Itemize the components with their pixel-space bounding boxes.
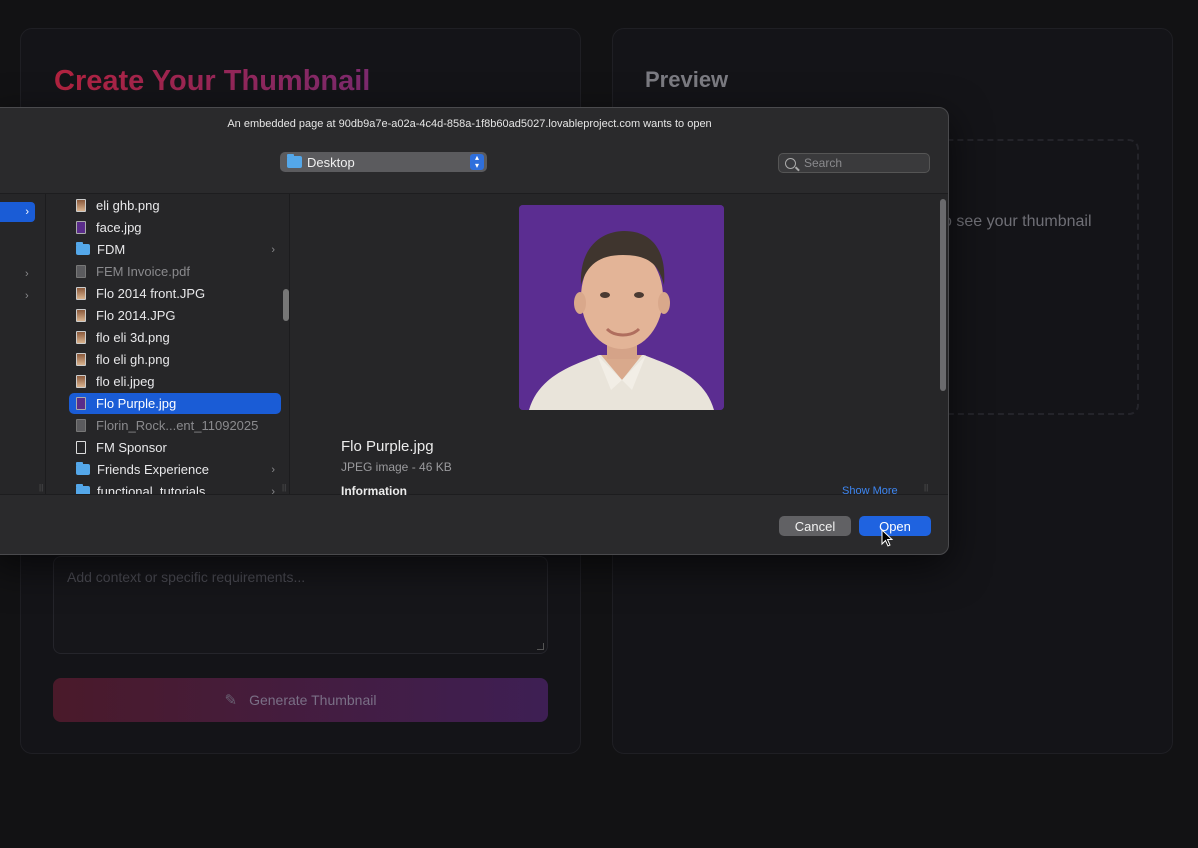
chevron-right-icon: › [271,485,275,495]
context-textarea[interactable]: Add context or specific requirements... [53,556,548,654]
folder-icon [76,484,90,494]
file-name-label: Florin_Rock...ent_11092025 [96,418,259,433]
folder-icon [287,154,302,168]
magic-wand-icon: ✎ [224,692,238,709]
file-list-item[interactable]: flo eli gh.png [69,349,281,370]
file-name-label: Friends Experience [97,462,209,477]
show-more-link[interactable]: Show More [842,485,898,497]
resize-grip-icon[interactable] [537,643,544,650]
chevron-right-icon: › [271,463,275,476]
file-list-item[interactable]: flo eli 3d.png [69,327,281,348]
file-name-label: Flo 2014.JPG [96,308,176,323]
mouse-cursor-icon [881,528,894,547]
preview-file-name: Flo Purple.jpg [341,438,434,455]
file-list-item[interactable]: flo eli.jpeg [69,371,281,392]
chevron-right-icon: › [271,243,275,256]
file-name-label: flo eli 3d.png [96,330,170,345]
file-name-label: functional_tutorials [97,484,206,494]
location-popup[interactable]: Desktop ▴ ▾ [280,152,487,172]
information-heading: Information [341,484,407,498]
file-name-label: FEM Invoice.pdf [96,264,190,279]
search-input[interactable] [804,156,914,170]
file-list-item[interactable]: Flo 2014 front.JPG [69,283,281,304]
image-file-icon [76,397,86,410]
search-icon [785,157,796,169]
file-list-item[interactable]: Flo 2014.JPG [69,305,281,326]
file-name-label: FDM [97,242,126,257]
portrait-illustration [519,205,724,410]
chevron-updown-icon: ▴ ▾ [470,154,484,170]
file-list-column: eli ghb.png face.jpg FDM › FEM Invoice.pdf Fl… [47,194,290,494]
folder-icon [76,462,90,475]
preview-file-kind: JPEG image - 46 KB [341,460,452,474]
file-list-item[interactable]: Florin_Rock...ent_11092025 [69,415,281,436]
file-list-item[interactable]: eli ghb.png [69,195,281,216]
image-file-icon [76,353,86,366]
image-file-icon [76,331,86,344]
sidebar-selected-item[interactable]: › [0,202,35,222]
file-name-label: face.jpg [96,220,142,235]
file-list-item[interactable]: FEM Invoice.pdf [69,261,281,282]
preview-scrollbar[interactable] [940,199,946,391]
open-button[interactable]: Open [859,516,931,536]
document-file-icon [76,419,86,432]
file-list-item[interactable]: Flo Purple.jpg [69,393,281,414]
dialog-title: An embedded page at 90db9a7e-a02a-4c4d-8… [227,118,712,130]
column-resize-handle[interactable]: || [39,483,43,492]
cancel-button[interactable]: Cancel [779,516,851,536]
file-name-label: Flo 2014 front.JPG [96,286,206,301]
context-placeholder: Add context or specific requirements... [67,569,306,585]
document-file-icon [76,265,86,278]
image-file-icon [76,287,86,300]
generate-thumbnail-button[interactable]: ✎ Generate Thumbnail [53,678,548,722]
file-list-item[interactable]: FM Sponsor [69,437,281,458]
image-file-icon [76,309,86,322]
file-preview-pane: Flo Purple.jpg JPEG image - 46 KB Inform… [291,194,931,498]
file-name-label: flo eli gh.png [96,352,170,367]
photo-preview-image [519,205,724,410]
file-list-item[interactable]: Friends Experience › [69,459,281,480]
file-list-item[interactable]: FDM › [69,239,281,260]
image-file-icon [76,199,86,212]
file-name-label: Flo Purple.jpg [96,396,177,411]
image-file-icon [76,221,86,234]
column-resize-handle[interactable]: || [282,483,286,492]
file-list-item[interactable]: functional_tutorials › [69,481,281,494]
file-name-label: flo eli.jpeg [96,374,155,389]
location-label: Desktop [307,154,355,170]
file-name-label: eli ghb.png [96,198,160,213]
file-name-label: FM Sponsor [96,440,167,455]
column-resize-handle[interactable]: || [924,483,928,492]
preview-title: Preview [645,67,729,92]
image-file-icon [76,375,86,388]
generate-label: Generate Thumbnail [249,692,377,708]
file-browser: › › › || eli ghb.png face.jpg FDM › FEM Invo… [0,193,948,498]
chevron-right-icon[interactable]: › [25,290,29,302]
chevron-right-icon[interactable]: › [25,268,29,280]
page-title: Create Your Thumbnail [54,65,371,97]
folder-icon [76,242,90,255]
file-open-dialog: An embedded page at 90db9a7e-a02a-4c4d-8… [0,107,949,555]
search-field[interactable] [778,153,930,173]
file-list-scrollbar[interactable] [283,289,289,321]
sidebar-column: › › › || [0,194,46,494]
blank-file-icon [76,441,86,454]
preview-hint: o see your thumbnail [943,213,1092,230]
file-list-item[interactable]: face.jpg [69,217,281,238]
